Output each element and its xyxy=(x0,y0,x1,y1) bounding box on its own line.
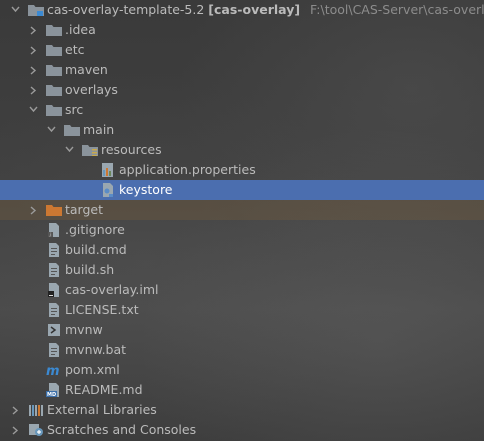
tree-row-resources[interactable]: resources xyxy=(0,140,484,160)
tree-row-target[interactable]: target xyxy=(0,200,484,220)
text-file-icon xyxy=(46,343,62,357)
root-project-name: cas-overlay-template-5.2 xyxy=(47,2,205,17)
tree-row-maven[interactable]: maven xyxy=(0,60,484,80)
tree-item-label: application.properties xyxy=(119,162,256,177)
folder-icon xyxy=(46,23,62,37)
iml-file-icon xyxy=(46,283,62,297)
tree-item-label: .gitignore xyxy=(65,222,125,237)
tree-item-label: main xyxy=(83,122,115,137)
tree-item-label: mvnw.bat xyxy=(65,342,127,357)
chevron-right-icon[interactable] xyxy=(8,400,22,420)
root-project-path: F:\tool\CAS-Server\cas-overlay-te xyxy=(310,2,484,17)
tree-row-src[interactable]: src xyxy=(0,100,484,120)
tree-row-idea[interactable]: .idea xyxy=(0,20,484,40)
tree-item-label: etc xyxy=(65,42,85,57)
library-icon xyxy=(28,403,44,417)
tree-row-license-txt[interactable]: LICENSE.txt xyxy=(0,300,484,320)
tree-item-label: build.cmd xyxy=(65,242,127,257)
folder-icon xyxy=(64,123,80,137)
tree-row-cas-overlay-iml[interactable]: cas-overlay.iml xyxy=(0,280,484,300)
tree-row-overlays[interactable]: overlays xyxy=(0,80,484,100)
tree-row-main[interactable]: main xyxy=(0,120,484,140)
folder-icon xyxy=(46,43,62,57)
excluded-folder-icon xyxy=(46,203,62,217)
svg-text:MD: MD xyxy=(47,392,56,397)
tree-row-application-properties[interactable]: application.properties xyxy=(0,160,484,180)
gitignore-file-icon: .i xyxy=(46,223,62,238)
chevron-right-icon[interactable] xyxy=(26,200,40,220)
tree-item-label: External Libraries xyxy=(47,402,157,417)
tree-row-keystore[interactable]: keystore xyxy=(0,180,484,200)
keystore-file-icon xyxy=(100,183,116,197)
tree-item-label: LICENSE.txt xyxy=(65,302,139,317)
folder-icon xyxy=(28,3,44,17)
chevron-down-icon[interactable] xyxy=(26,100,40,120)
tree-item-label: cas-overlay-template-5.2 [cas-overlay] F… xyxy=(47,0,484,20)
tree-row-build-sh[interactable]: build.sh xyxy=(0,260,484,280)
chevron-down-icon[interactable] xyxy=(44,120,58,140)
svg-text:m: m xyxy=(46,364,60,377)
tree-item-label: resources xyxy=(101,142,162,157)
folder-icon xyxy=(46,63,62,77)
tree-row-external-libraries[interactable]: External Libraries xyxy=(0,400,484,420)
tree-item-label: overlays xyxy=(65,82,118,97)
tree-item-label: .idea xyxy=(65,22,96,37)
text-file-icon xyxy=(46,303,62,317)
svg-text:.i: .i xyxy=(49,232,52,237)
root-module-name: [cas-overlay] xyxy=(208,2,301,17)
chevron-down-icon[interactable] xyxy=(62,140,76,160)
shell-script-icon xyxy=(46,323,62,337)
tree-row-mvnw-bat[interactable]: mvnw.bat xyxy=(0,340,484,360)
tree-row-mvnw[interactable]: mvnw xyxy=(0,320,484,340)
chevron-down-icon[interactable] xyxy=(8,0,22,20)
maven-icon: m xyxy=(46,363,62,379)
project-tree: cas-overlay-template-5.2 [cas-overlay] F… xyxy=(0,0,484,441)
tree-row-pom-xml[interactable]: m pom.xml xyxy=(0,360,484,380)
folder-icon xyxy=(46,83,62,97)
tree-row-scratches-and-consoles[interactable]: Scratches and Consoles xyxy=(0,420,484,440)
folder-icon xyxy=(46,103,62,117)
tree-item-label: cas-overlay.iml xyxy=(65,282,159,297)
chevron-right-icon[interactable] xyxy=(26,60,40,80)
tree-item-label: mvnw xyxy=(65,322,103,337)
tree-row-root[interactable]: cas-overlay-template-5.2 [cas-overlay] F… xyxy=(0,0,484,20)
text-file-icon xyxy=(46,243,62,257)
chevron-right-icon[interactable] xyxy=(8,420,22,440)
chevron-right-icon[interactable] xyxy=(26,40,40,60)
properties-file-icon xyxy=(100,163,116,177)
tree-item-label: target xyxy=(65,202,104,217)
tree-item-label: build.sh xyxy=(65,262,115,277)
tree-item-label: maven xyxy=(65,62,108,77)
chevron-right-icon[interactable] xyxy=(26,20,40,40)
resources-folder-icon xyxy=(82,143,98,157)
tree-row-build-cmd[interactable]: build.cmd xyxy=(0,240,484,260)
tree-item-label: src xyxy=(65,102,84,117)
tree-item-label: README.md xyxy=(65,382,143,397)
tree-row-gitignore[interactable]: .i .gitignore xyxy=(0,220,484,240)
tree-item-label: pom.xml xyxy=(65,362,120,377)
text-file-icon xyxy=(46,263,62,277)
markdown-file-icon: MD xyxy=(46,383,62,398)
tree-item-label: Scratches and Consoles xyxy=(47,422,197,437)
tree-row-readme-md[interactable]: MD README.md xyxy=(0,380,484,400)
scratches-icon xyxy=(28,423,44,437)
chevron-right-icon[interactable] xyxy=(26,80,40,100)
tree-row-etc[interactable]: etc xyxy=(0,40,484,60)
tree-item-label: keystore xyxy=(119,182,173,197)
